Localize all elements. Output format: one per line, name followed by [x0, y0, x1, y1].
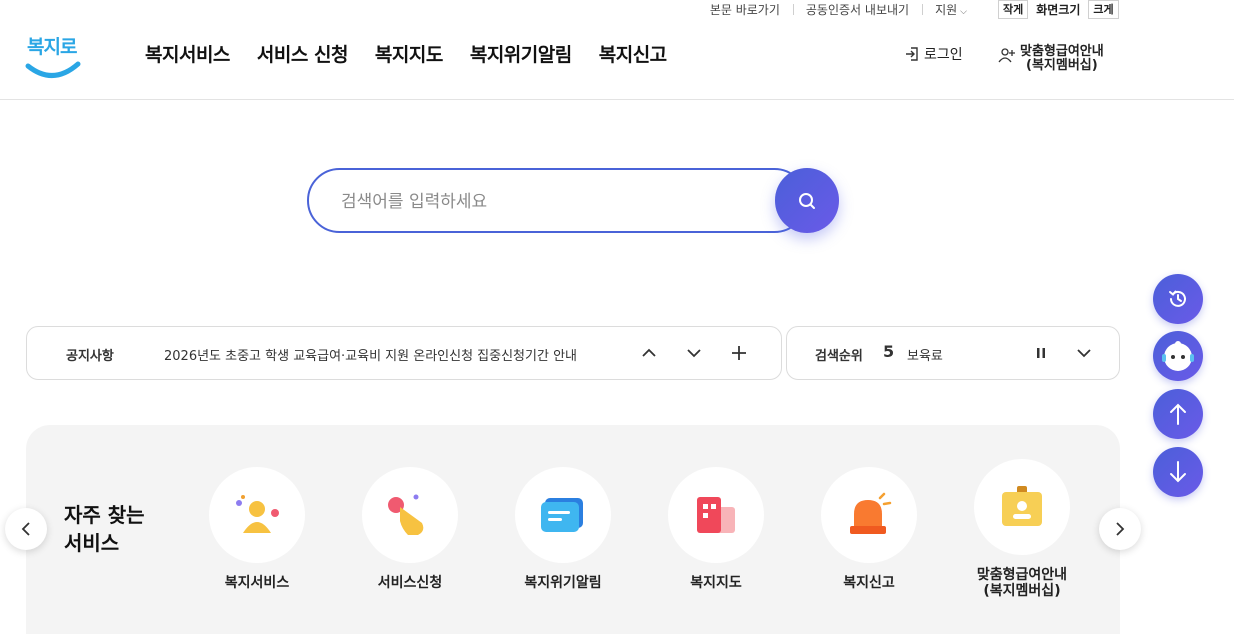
notice-next-button[interactable]	[682, 341, 706, 365]
service-label-line1: 맞춤형급여안내	[976, 567, 1068, 583]
skip-to-content-link[interactable]: 본문 바로가기	[697, 1, 793, 18]
nav-welfare-map[interactable]: 복지지도	[375, 40, 443, 67]
nav-welfare-report[interactable]: 복지신고	[599, 40, 667, 67]
building-map-icon	[697, 497, 735, 533]
font-smaller-button[interactable]: 작게	[998, 0, 1029, 19]
notice-prev-button[interactable]	[637, 341, 661, 365]
chevron-down-icon: ⌵	[960, 7, 967, 17]
utility-links: 본문 바로가기 공동인증서 내보내기 지원 ⌵	[697, 1, 980, 18]
scroll-bottom-button[interactable]	[1153, 447, 1203, 497]
site-logo[interactable]: 복지로	[24, 28, 82, 84]
recent-history-button[interactable]	[1153, 274, 1203, 324]
id-badge-icon	[1002, 486, 1042, 526]
service-icon-circle	[668, 467, 764, 563]
membership-button[interactable]: 맞춤형급여안내 (복지멤버십)	[998, 45, 1104, 73]
font-size-control: 작게 화면크기 크게	[998, 0, 1119, 19]
logo-smile-icon	[25, 61, 81, 78]
scroll-top-button[interactable]	[1153, 389, 1203, 439]
history-icon	[1169, 290, 1186, 307]
search-button[interactable]	[775, 168, 839, 233]
service-icon-circle	[515, 467, 611, 563]
chevron-down-icon	[1077, 349, 1091, 358]
rank-pause-button[interactable]	[1029, 341, 1053, 365]
search-input[interactable]	[341, 188, 761, 216]
service-label: 맞춤형급여안내 (복지멤버십)	[957, 567, 1087, 599]
logo-text: 복지로	[27, 36, 77, 58]
service-label: 서비스신청	[377, 575, 443, 591]
chevron-right-icon	[1116, 522, 1125, 536]
notice-label: 공지사항	[66, 349, 114, 364]
message-icon	[541, 498, 583, 532]
support-menu-label: 지원	[935, 3, 958, 17]
pause-icon	[1037, 348, 1045, 358]
login-button[interactable]: 로그인	[904, 44, 963, 64]
service-item-membership[interactable]: 맞춤형급여안내 (복지멤버십)	[957, 459, 1087, 599]
search-rank-bar: 검색순위 5 보육료	[786, 326, 1120, 380]
service-item-map[interactable]: 복지지도	[651, 467, 781, 591]
user-add-icon	[998, 48, 1015, 63]
rank-keyword[interactable]: 보육료	[907, 345, 943, 364]
login-label: 로그인	[924, 47, 963, 63]
service-label: 복지지도	[690, 575, 742, 591]
service-label: 복지위기알림	[524, 575, 602, 591]
notice-text[interactable]: 2026년도 초중고 학생 교육급여·교육비 지원 온라인신청 집중신청기간 안…	[164, 345, 577, 364]
siren-icon	[850, 492, 892, 534]
arrow-down-icon	[1170, 461, 1186, 483]
service-icon-circle	[362, 467, 458, 563]
chatbot-button[interactable]	[1153, 331, 1203, 381]
rank-number: 5	[883, 342, 895, 361]
search-area	[307, 168, 839, 233]
membership-label-line1: 맞춤형급여안내	[1020, 44, 1104, 59]
section-title: 자주 찾는 서비스	[64, 501, 174, 557]
search-icon	[799, 192, 815, 209]
service-item-crisis-alert[interactable]: 복지위기알림	[498, 467, 628, 591]
hand-click-icon	[388, 494, 424, 535]
notice-more-button[interactable]	[727, 341, 751, 365]
service-label-line2: (복지멤버십)	[983, 583, 1061, 599]
nav-crisis-alert[interactable]: 복지위기알림	[470, 40, 572, 67]
service-item-report[interactable]: 복지신고	[804, 467, 934, 591]
rank-expand-button[interactable]	[1072, 341, 1096, 365]
search-box	[307, 168, 807, 233]
person-icon	[236, 495, 279, 533]
frequent-services-section: 자주 찾는 서비스 복지서비스 서비스신청 복지위기알림 복지지도 복지신고 맞…	[26, 425, 1120, 634]
rank-label: 검색순위	[815, 349, 863, 364]
nav-welfare-service[interactable]: 복지서비스	[145, 40, 230, 67]
export-certificate-link[interactable]: 공동인증서 내보내기	[792, 1, 922, 18]
plus-icon	[732, 346, 746, 360]
service-label: 복지서비스	[224, 575, 290, 591]
arrow-up-icon	[1170, 403, 1186, 425]
chevron-left-icon	[21, 522, 30, 536]
site-header: 복지로 복지서비스 서비스 신청 복지지도 복지위기알림 복지신고 로그인 맞춤…	[0, 20, 1234, 100]
font-size-label: 화면크기	[1036, 3, 1081, 17]
membership-label: 맞춤형급여안내 (복지멤버십)	[1020, 45, 1104, 73]
login-icon	[906, 47, 918, 61]
service-icon-circle	[821, 467, 917, 563]
chevron-up-icon	[642, 348, 656, 357]
service-item-welfare[interactable]: 복지서비스	[192, 467, 322, 591]
services-next-button[interactable]	[1099, 508, 1141, 550]
service-label: 복지신고	[843, 575, 895, 591]
service-icon-circle	[974, 459, 1070, 555]
section-title-line2: 서비스	[64, 531, 120, 555]
membership-label-line2: (복지멤버십)	[1026, 58, 1098, 73]
main-nav: 복지서비스 서비스 신청 복지지도 복지위기알림 복지신고	[145, 40, 667, 67]
chevron-down-icon	[687, 349, 701, 358]
support-menu[interactable]: 지원 ⌵	[922, 1, 980, 18]
service-icon-circle	[209, 467, 305, 563]
font-larger-button[interactable]: 크게	[1088, 0, 1119, 19]
service-item-apply[interactable]: 서비스신청	[345, 467, 475, 591]
chatbot-icon	[1162, 341, 1194, 371]
services-prev-button[interactable]	[5, 508, 47, 550]
utility-bar: 본문 바로가기 공동인증서 내보내기 지원 ⌵ 작게 화면크기 크게	[0, 0, 1234, 20]
nav-service-apply[interactable]: 서비스 신청	[257, 40, 349, 67]
notice-bar: 공지사항 2026년도 초중고 학생 교육급여·교육비 지원 온라인신청 집중신…	[26, 326, 782, 380]
section-title-line1: 자주 찾는	[64, 503, 145, 527]
